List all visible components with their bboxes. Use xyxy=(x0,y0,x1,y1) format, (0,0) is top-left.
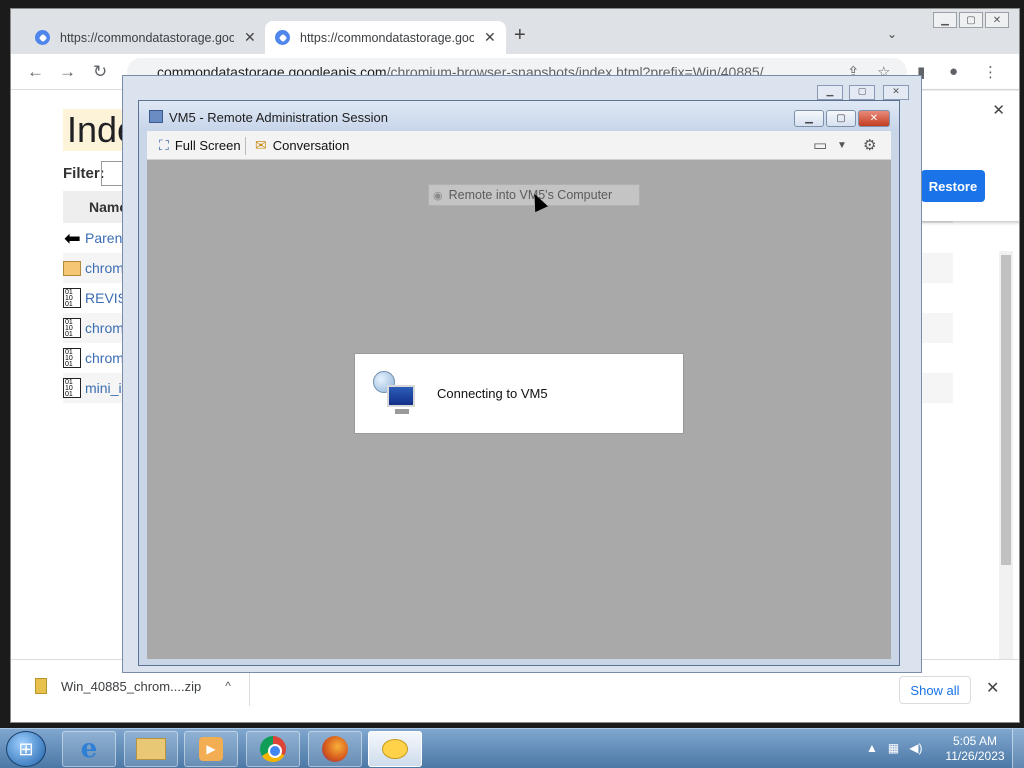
list-item-link[interactable]: chrom xyxy=(85,320,124,336)
close-tab-icon[interactable]: ✕ xyxy=(244,29,256,46)
session-toolbar: ⛶ Full Screen ✉ Conversation ▭ ▼ ⚙ xyxy=(147,131,891,160)
volume-icon[interactable]: ◀) xyxy=(909,741,922,755)
maximize-button[interactable]: ▢ xyxy=(826,110,856,127)
close-icon[interactable]: ✕ xyxy=(985,12,1009,28)
list-item-link[interactable]: chrom xyxy=(85,260,124,276)
minimize-button[interactable]: ▁ xyxy=(794,110,824,127)
binary-file-icon: 01 10 01 xyxy=(63,348,81,368)
conversation-icon: ✉ xyxy=(255,137,267,153)
binary-file-icon: 01 10 01 xyxy=(63,378,81,398)
start-button[interactable]: ⊞ xyxy=(6,731,46,767)
network-computer-icon xyxy=(373,370,419,417)
restore-button[interactable]: Restore xyxy=(921,170,985,202)
chrome-icon[interactable] xyxy=(246,731,300,767)
zip-file-icon xyxy=(35,678,47,694)
profile-icon[interactable]: ● xyxy=(949,63,958,80)
forward-icon[interactable]: → xyxy=(59,62,76,82)
tab-title: https://commondatastorage.goo xyxy=(60,30,234,45)
browser-window-controls: ▁ ▢ ✕ xyxy=(933,12,1009,28)
taskbar: ⊞ e ▶ ▲ ▦ ◀) 5:05 AM 11/26/2023 xyxy=(0,728,1024,768)
reload-icon[interactable]: ↻ xyxy=(93,62,107,82)
conversation-button[interactable]: ✉ Conversation xyxy=(255,137,349,154)
chevron-up-icon[interactable]: ^ xyxy=(225,679,231,693)
new-tab-icon[interactable]: + xyxy=(514,24,526,47)
full-screen-label: Full Screen xyxy=(174,138,241,153)
close-button[interactable]: ✕ xyxy=(858,110,890,127)
remote-display-area[interactable]: ◉ Remote into VM5's Computer Connecting … xyxy=(147,160,891,659)
filter-label: Filter: xyxy=(63,165,105,182)
minimize-icon[interactable]: ▁ xyxy=(817,85,843,100)
tab-2[interactable]: https://commondatastorage.goo ✕ xyxy=(265,21,506,54)
remote-icon: ◉ xyxy=(433,189,443,202)
show-desktop-button[interactable] xyxy=(1012,729,1024,768)
scrollbar-thumb[interactable] xyxy=(1001,255,1011,565)
binary-file-icon: 01 10 01 xyxy=(63,318,81,338)
restore-prompt: ✕ Restore xyxy=(909,91,1019,221)
back-icon[interactable]: ← xyxy=(27,62,44,82)
close-icon[interactable]: ✕ xyxy=(986,678,999,698)
full-screen-button[interactable]: ⛶ Full Screen xyxy=(159,137,241,154)
window-title: VM5 - Remote Administration Session xyxy=(169,110,388,125)
tab-search-icon[interactable]: ⌄ xyxy=(887,27,897,41)
clock-date: 11/26/2023 xyxy=(945,749,1005,763)
scrollbar[interactable] xyxy=(999,251,1013,661)
close-icon[interactable]: ✕ xyxy=(883,85,909,100)
list-item-link[interactable]: chrom xyxy=(85,350,124,366)
download-filename: Win_40885_chrom....zip xyxy=(61,678,202,694)
maximize-icon[interactable]: ▢ xyxy=(959,12,983,28)
divider xyxy=(249,670,250,706)
close-tab-icon[interactable]: ✕ xyxy=(484,29,496,46)
favicon-icon xyxy=(35,30,50,45)
minimize-icon[interactable]: ▁ xyxy=(933,12,957,28)
show-all-button[interactable]: Show all xyxy=(899,676,971,704)
connecting-status-text: Connecting to VM5 xyxy=(437,386,548,401)
conversation-label: Conversation xyxy=(272,138,350,153)
tray-expand-icon[interactable]: ▲ xyxy=(866,741,878,755)
parent-dir-icon: ⬅ xyxy=(64,228,81,248)
toolbar-separator xyxy=(245,137,246,155)
clock-time: 5:05 AM xyxy=(952,734,998,748)
tab-title: https://commondatastorage.goo xyxy=(300,30,474,45)
connecting-status-panel: Connecting to VM5 xyxy=(354,353,684,434)
binary-file-icon: 01 10 01 xyxy=(63,288,81,308)
file-explorer-icon[interactable] xyxy=(124,731,178,767)
media-player-icon[interactable]: ▶ xyxy=(184,731,238,767)
download-item[interactable]: Win_40885_chrom....zip ^ xyxy=(35,678,231,694)
title-bar[interactable]: VM5 - Remote Administration Session ▁ ▢ … xyxy=(139,101,899,131)
list-item-link[interactable]: REVIS xyxy=(85,290,127,306)
remote-admin-icon[interactable] xyxy=(368,731,422,767)
tab-1[interactable]: https://commondatastorage.goo ✕ xyxy=(25,21,266,54)
settings-icon[interactable]: ⚙ xyxy=(863,136,876,154)
close-icon[interactable]: ✕ xyxy=(992,101,1005,119)
maximize-icon[interactable]: ▢ xyxy=(849,85,875,100)
tab-strip: https://commondatastorage.goo ✕ https://… xyxy=(11,9,1019,54)
menu-icon[interactable]: ⋮ xyxy=(983,63,998,81)
full-screen-icon: ⛶ xyxy=(159,137,169,153)
monitor-icon[interactable]: ▭ xyxy=(813,136,827,154)
system-tray: ▲ ▦ ◀) xyxy=(866,741,922,755)
internet-explorer-icon[interactable]: e xyxy=(62,731,116,767)
favicon-icon xyxy=(275,30,290,45)
network-icon[interactable]: ▦ xyxy=(888,741,899,755)
remote-session-icon xyxy=(149,110,163,123)
clock[interactable]: 5:05 AM 11/26/2023 xyxy=(940,734,1010,764)
remote-session-window: VM5 - Remote Administration Session ▁ ▢ … xyxy=(138,100,900,666)
list-item-link[interactable]: mini_i xyxy=(85,380,122,396)
folder-icon xyxy=(63,260,81,276)
firefox-icon[interactable] xyxy=(308,731,362,767)
chevron-down-icon[interactable]: ▼ xyxy=(837,140,847,151)
list-item-link[interactable]: Parent xyxy=(85,230,126,246)
